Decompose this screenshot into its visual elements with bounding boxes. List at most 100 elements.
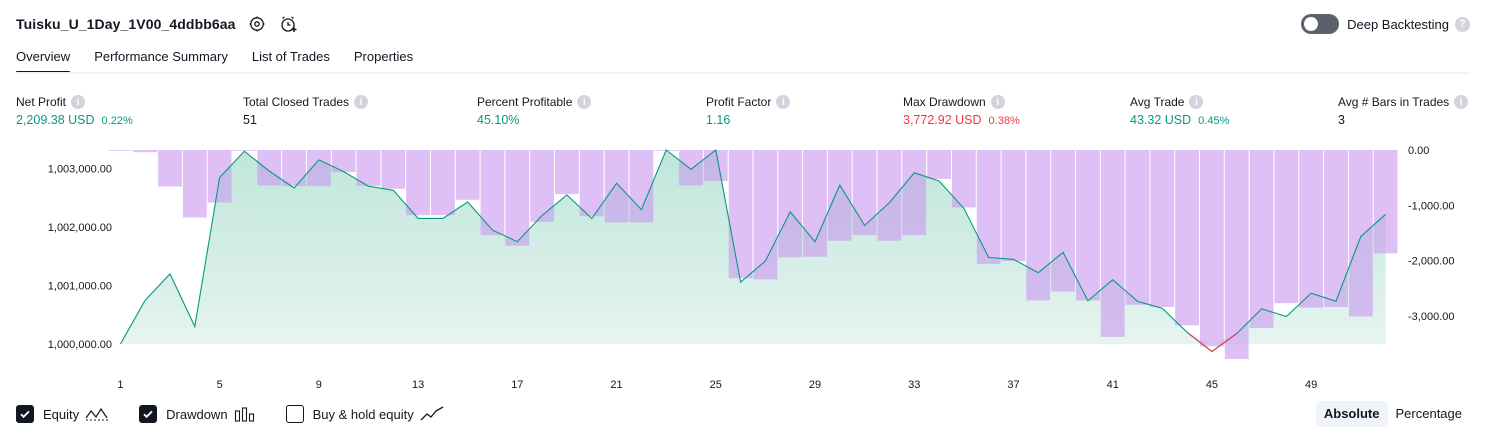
- drawdown-bar: [108, 150, 133, 151]
- metric-net-profit: Net Profit i 2,209.38 USD 0.22%: [16, 94, 133, 129]
- tab-performance-summary[interactable]: Performance Summary: [94, 46, 228, 74]
- add-alert-clock-icon[interactable]: [278, 13, 300, 35]
- drawdown-bar: [381, 150, 406, 189]
- info-icon[interactable]: i: [577, 95, 592, 109]
- info-icon[interactable]: i: [1189, 95, 1204, 109]
- info-icon[interactable]: i: [71, 95, 86, 109]
- metric-label-text: Avg # Bars in Trades: [1338, 95, 1450, 109]
- metric-profit-factor: Profit Factor i 1.16: [706, 94, 791, 129]
- info-icon[interactable]: i: [776, 95, 791, 109]
- deep-backtesting-toggle[interactable]: [1301, 14, 1340, 34]
- metric-percent-profitable: Percent Profitable i 45.10%: [477, 94, 592, 129]
- legend-drawdown[interactable]: Drawdown: [139, 405, 255, 423]
- metric-value-text: 2,209.38 USD: [16, 113, 95, 127]
- x-tick-label: 29: [809, 379, 821, 391]
- info-icon[interactable]: i: [990, 95, 1005, 109]
- x-tick-label: 13: [412, 379, 424, 391]
- metric-avg-trade: Avg Trade i 43.32 USD 0.45%: [1130, 94, 1229, 129]
- metric-label-text: Net Profit: [16, 95, 67, 109]
- metric-value: 45.10%: [477, 113, 591, 129]
- buy-hold-checkbox[interactable]: [285, 405, 304, 423]
- drawdown-bar: [1224, 150, 1249, 359]
- x-tick-label: 37: [1007, 379, 1019, 391]
- value-mode-switch: Absolute Percentage: [1315, 401, 1471, 427]
- metric-value-text: 3: [1338, 113, 1345, 127]
- drawdown-bar: [480, 150, 505, 236]
- metric-label: Avg # Bars in Trades i: [1338, 94, 1469, 110]
- metric-label-text: Max Drawdown: [903, 95, 986, 109]
- drawdown-bar: [927, 150, 951, 179]
- drawdown-bar: [406, 150, 430, 216]
- drawdown-bar: [1125, 150, 1150, 305]
- info-icon[interactable]: i: [354, 95, 369, 109]
- drawdown-bar: [182, 150, 207, 218]
- drawdown-checkbox[interactable]: [139, 405, 158, 423]
- strategy-title: Tuisku_U_1Day_1V00_4ddbb6aa: [16, 16, 236, 32]
- tab-overview[interactable]: Overview: [16, 46, 71, 74]
- drawdown-bar: [555, 150, 579, 195]
- percentage-mode-button[interactable]: Percentage: [1388, 401, 1471, 427]
- metric-label-text: Avg Trade: [1130, 95, 1185, 109]
- x-tick-label: 9: [316, 379, 322, 391]
- y-left-tick-label: 1,002,000.00: [48, 222, 112, 234]
- tab-properties[interactable]: Properties: [354, 46, 413, 74]
- legend-equity[interactable]: Equity: [16, 405, 109, 423]
- report-tabs: Overview Performance Summary List of Tra…: [16, 46, 437, 74]
- drawdown-bar: [1150, 150, 1175, 307]
- drawdown-bar: [331, 150, 356, 173]
- drawdown-bar: [455, 150, 480, 200]
- strategy-header: Tuisku_U_1Day_1V00_4ddbb6aa: [16, 12, 300, 36]
- drawdown-bar: [1373, 150, 1398, 254]
- drawdown-bars-icon: [234, 406, 256, 422]
- equity-line-icon: [85, 406, 109, 422]
- tab-divider: [16, 72, 1470, 74]
- metric-label: Percent Profitable i: [477, 94, 592, 110]
- drawdown-bar: [1200, 150, 1224, 347]
- settings-gear-icon[interactable]: [246, 13, 268, 35]
- drawdown-bar: [1026, 150, 1051, 301]
- drawdown-bar: [1051, 150, 1075, 292]
- drawdown-bar: [505, 150, 530, 246]
- drawdown-bar: [877, 150, 902, 241]
- y-left-tick-label: 1,000,000.00: [48, 339, 112, 351]
- drawdown-bar: [1299, 150, 1324, 308]
- drawdown-bar: [530, 150, 554, 222]
- drawdown-bar: [1001, 150, 1026, 262]
- tab-list-of-trades[interactable]: List of Trades: [252, 46, 330, 74]
- x-tick-label: 17: [511, 379, 523, 391]
- metric-avg-bars-in-trades: Avg # Bars in Trades i 3: [1338, 94, 1469, 129]
- info-icon[interactable]: i: [1454, 95, 1469, 109]
- absolute-mode-button[interactable]: Absolute: [1315, 401, 1388, 427]
- drawdown-bar: [679, 150, 703, 186]
- drawdown-bar: [1175, 150, 1199, 326]
- metric-value: 3,772.92 USD 0.38%: [903, 113, 1020, 129]
- drawdown-bar: [1100, 150, 1125, 337]
- drawdown-bar: [827, 150, 852, 241]
- metric-value-text: 3,772.92 USD: [903, 113, 982, 127]
- x-tick-label: 21: [610, 379, 622, 391]
- drawdown-bar: [133, 150, 158, 153]
- help-icon[interactable]: ?: [1455, 16, 1470, 32]
- metric-value-text: 43.32 USD: [1130, 113, 1192, 127]
- metric-value: 43.32 USD 0.45%: [1130, 113, 1229, 129]
- drawdown-bar: [728, 150, 753, 279]
- metric-value-percent: 0.45%: [1198, 115, 1230, 127]
- y-left-tick-label: 1,003,000.00: [48, 164, 112, 176]
- metric-label-text: Percent Profitable: [477, 95, 573, 109]
- metric-label: Total Closed Trades i: [243, 94, 369, 110]
- drawdown-bar: [604, 150, 629, 223]
- equity-checkbox[interactable]: [16, 405, 34, 423]
- metric-label: Profit Factor i: [706, 94, 791, 110]
- drawdown-bar: [307, 150, 331, 186]
- drawdown-bar: [207, 150, 232, 203]
- x-tick-label: 41: [1107, 379, 1119, 391]
- drawdown-bar: [902, 150, 927, 236]
- metric-label-text: Profit Factor: [706, 95, 772, 109]
- drawdown-bar: [703, 150, 728, 181]
- drawdown-bar: [1249, 150, 1274, 328]
- x-tick-label: 33: [908, 379, 920, 391]
- drawdown-bar: [257, 150, 282, 186]
- drawdown-bar: [1274, 150, 1299, 304]
- legend-buy-hold[interactable]: Buy & hold equity: [285, 405, 444, 423]
- metric-label: Avg Trade i: [1130, 94, 1229, 110]
